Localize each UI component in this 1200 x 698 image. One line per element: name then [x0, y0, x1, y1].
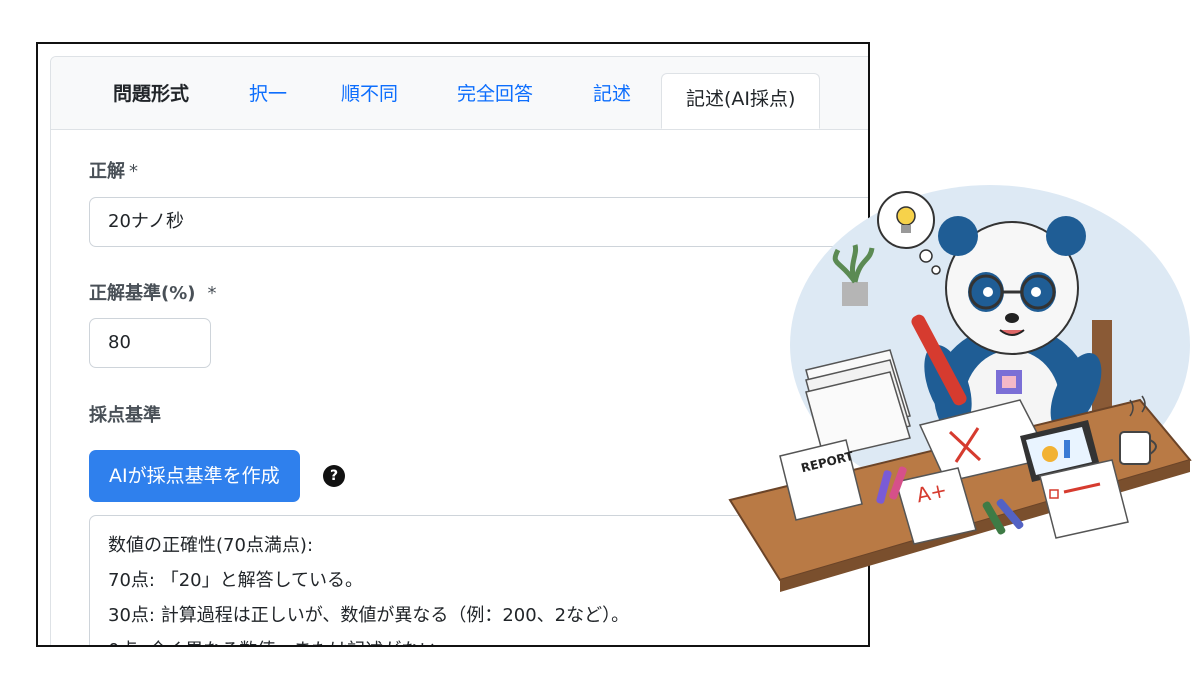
panda-grading-illustration: REPORT A+ [728, 185, 1192, 592]
tab-descriptive[interactable]: 記述 [593, 81, 631, 129]
answer-label-text: 正解 [89, 161, 125, 182]
answer-label: 正解 * [89, 157, 138, 183]
tab-complete-answer[interactable]: 完全回答 [457, 81, 533, 129]
required-mark: * [207, 283, 217, 304]
generate-criteria-ai-button[interactable]: AIが採点基準を作成 [89, 450, 300, 502]
threshold-input[interactable]: 80 [89, 318, 211, 368]
tab-single-choice[interactable]: 択一 [249, 81, 287, 129]
help-icon[interactable]: ? [323, 465, 345, 487]
tab-unordered[interactable]: 順不同 [341, 81, 398, 129]
question-type-tabs: 問題形式 択一 順不同 完全回答 記述 記述(AI採点) [51, 57, 868, 130]
threshold-label: 正解基準(%) * [89, 279, 217, 305]
tab-descriptive-ai[interactable]: 記述(AI採点) [661, 73, 821, 129]
question-type-label: 問題形式 [113, 83, 190, 105]
threshold-label-text: 正解基準(%) [89, 283, 196, 304]
paper-stack [805, 349, 911, 459]
criteria-label: 採点基準 [89, 405, 161, 426]
required-mark: * [129, 161, 138, 182]
